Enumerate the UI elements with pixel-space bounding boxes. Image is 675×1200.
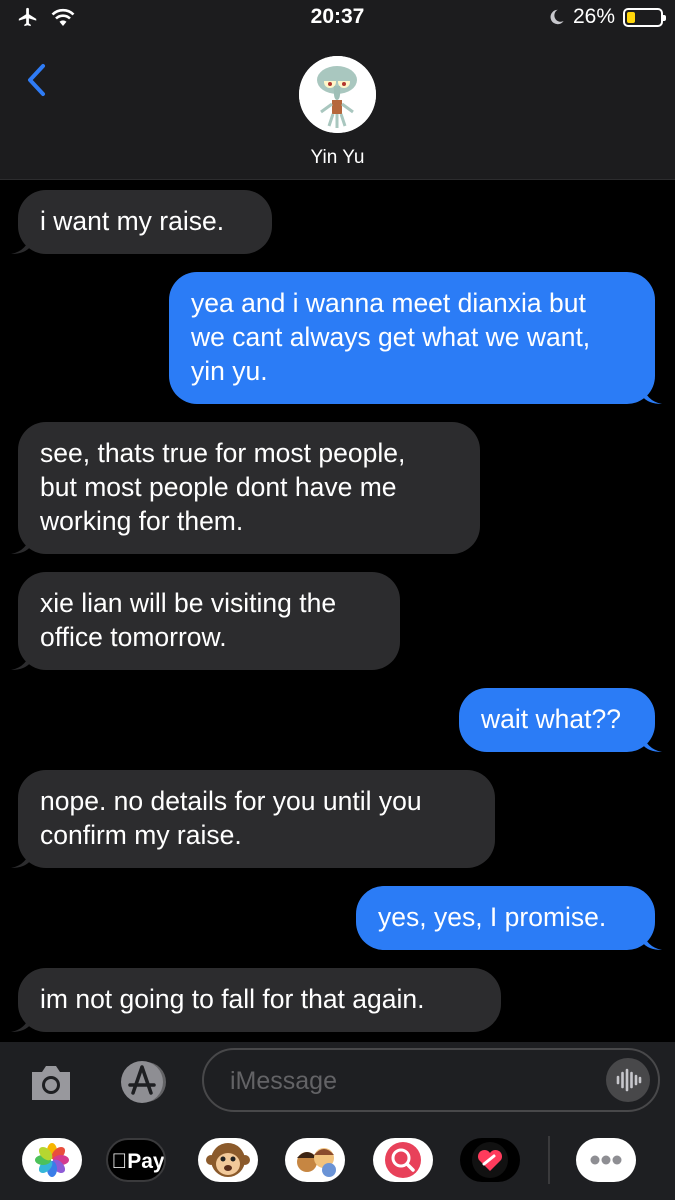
message-input-placeholder: iMessage — [230, 1067, 337, 1095]
message-text: nope. no details for you until you — [40, 786, 422, 816]
camera-button[interactable] — [28, 1062, 74, 1104]
message-input[interactable]: iMessage — [202, 1048, 660, 1112]
message-bubble-incoming[interactable]: nope. no details for you until you confi… — [11, 770, 495, 868]
message-bubble-outgoing[interactable]: wait what?? — [459, 688, 662, 752]
message-text: yin yu. — [191, 356, 268, 386]
message-bubble-incoming[interactable]: xie lian will be visiting the office tom… — [11, 572, 400, 670]
memoji-stickers-button[interactable] — [285, 1138, 345, 1182]
chevron-left-icon — [28, 64, 45, 96]
message-text: office tomorrow. — [40, 622, 227, 652]
digital-touch-icon — [472, 1142, 508, 1178]
message-bubble-outgoing[interactable]: yes, yes, I promise. — [356, 886, 662, 950]
message-bubble-incoming[interactable]: i want my raise. — [11, 190, 272, 254]
app-store-button[interactable] — [113, 1059, 171, 1105]
message-text: we cant always get what we want, — [191, 322, 591, 352]
message-text: working for them. — [40, 506, 244, 536]
compose-bar: iMessage — [0, 1042, 675, 1122]
message-text: xie lian will be visiting the — [40, 588, 337, 618]
apple-pay-label: Pay — [119, 1150, 164, 1173]
moon-icon — [550, 9, 564, 25]
conversation-header: Yin Yu — [0, 36, 675, 180]
bubble-tail — [11, 534, 31, 554]
bubble-tail — [642, 930, 662, 950]
message-list[interactable]: i want my raise. yea and i wanna meet di… — [0, 180, 675, 1042]
apple-pay-icon: Pay — [108, 1150, 164, 1174]
bubble-tail — [11, 234, 31, 254]
message-text: see, thats true for most people, — [40, 438, 406, 468]
apple-pay-button[interactable]: Pay — [106, 1138, 166, 1182]
camera-icon — [32, 1066, 70, 1100]
bubble-tail — [11, 1012, 31, 1032]
digital-touch-button[interactable] — [460, 1138, 520, 1182]
battery-percent: 26% — [572, 5, 615, 28]
audio-waveform-icon — [616, 1068, 642, 1092]
apple-logo-icon:  — [111, 1150, 127, 1173]
bubble-tail — [642, 732, 662, 752]
memoji-stickers-icon — [297, 1148, 336, 1177]
message-text: yea and i wanna meet dianxia but — [191, 288, 586, 318]
app-drawer: Pay — [0, 1122, 675, 1200]
back-button[interactable] — [18, 58, 58, 102]
more-apps-button[interactable] — [576, 1138, 636, 1182]
animoji-button[interactable] — [198, 1138, 258, 1182]
bubble-tail — [642, 384, 662, 404]
message-bubble-outgoing[interactable]: yea and i wanna meet dianxia but we cant… — [169, 272, 662, 404]
status-bar: 20:37 26% — [0, 0, 675, 36]
web-search-button[interactable] — [373, 1138, 433, 1182]
more-apps-icon — [590, 1155, 622, 1165]
message-text: wait what?? — [481, 704, 621, 734]
photos-app-icon — [35, 1143, 69, 1177]
message-bubble-incoming[interactable]: im not going to fall for that again. — [11, 968, 501, 1032]
message-text: im not going to fall for that again. — [40, 984, 425, 1014]
contact-name[interactable]: Yin Yu — [0, 147, 675, 169]
animoji-icon — [206, 1143, 250, 1177]
web-search-icon — [385, 1142, 421, 1178]
battery-level — [627, 11, 636, 23]
bubble-tail — [11, 650, 31, 670]
photos-app-button[interactable] — [22, 1138, 82, 1182]
battery-icon — [623, 7, 666, 27]
squidward-avatar-icon — [299, 56, 376, 133]
message-bubble-incoming[interactable]: see, thats true for most people, but mos… — [11, 422, 480, 554]
app-store-icon — [121, 1061, 166, 1103]
message-text: i want my raise. — [40, 206, 225, 236]
message-text: but most people dont have me — [40, 472, 397, 502]
audio-message-button[interactable] — [606, 1058, 650, 1102]
contact-avatar[interactable] — [299, 56, 376, 133]
message-text: confirm my raise. — [40, 820, 242, 850]
bubble-tail — [11, 848, 31, 868]
drawer-divider — [548, 1136, 550, 1184]
message-text: yes, yes, I promise. — [378, 902, 607, 932]
